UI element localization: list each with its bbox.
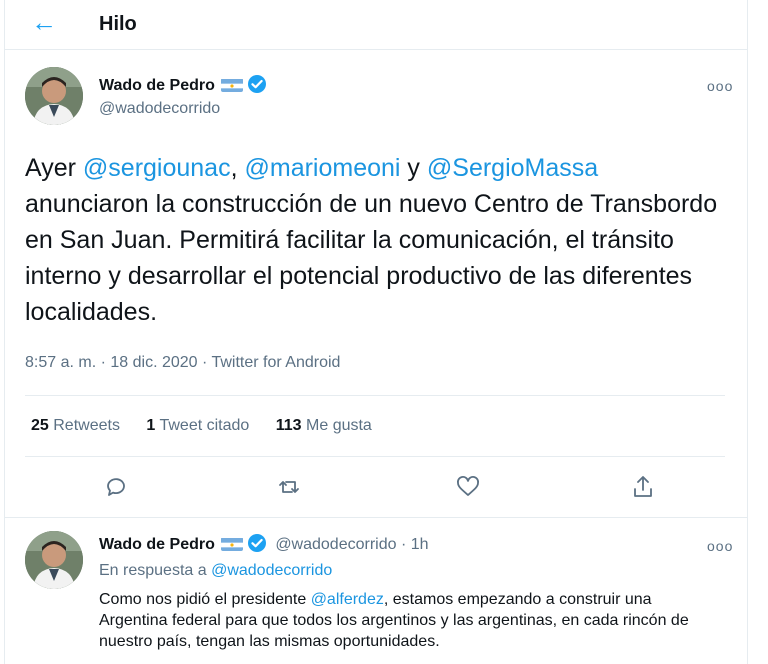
tweet-text-segment: , xyxy=(230,154,245,182)
avatar[interactable] xyxy=(25,67,83,125)
argentina-flag-icon xyxy=(220,78,243,92)
divider xyxy=(25,456,725,457)
verified-badge-icon xyxy=(247,533,267,553)
verified-badge-icon xyxy=(247,74,267,94)
tweet-text: Ayer @sergiounac, @mariomeoni y @SergioM… xyxy=(25,150,725,330)
tweet-text-segment: y xyxy=(400,154,427,182)
retweets-label: Retweets xyxy=(53,417,120,434)
thread-panel: ← Hilo Wado de Pedro @wadodecorrido ooo … xyxy=(4,0,748,664)
tweet-text-segment: Ayer xyxy=(25,154,83,182)
quotes-stat[interactable]: 1 Tweet citado xyxy=(146,415,249,437)
tweet-text-segment: Como nos pidió el presidente xyxy=(99,591,311,608)
tweet-timestamp[interactable]: 8:57 a. m. · 18 dic. 2020 · Twitter for … xyxy=(25,352,340,374)
more-options-icon[interactable]: ooo xyxy=(707,78,733,94)
retweet-icon[interactable] xyxy=(272,470,306,504)
divider xyxy=(5,517,747,518)
likes-label: Me gusta xyxy=(306,417,372,434)
share-icon[interactable] xyxy=(626,470,660,504)
argentina-flag-icon xyxy=(220,537,243,551)
quotes-label: Tweet citado xyxy=(159,417,250,434)
quotes-count: 1 xyxy=(146,417,156,434)
author-handle[interactable]: @wadodecorrido xyxy=(99,98,220,120)
mention-link[interactable]: @wadodecorrido xyxy=(211,562,332,579)
author-row: Wado de Pedro xyxy=(99,74,267,97)
page-title: Hilo xyxy=(99,13,137,35)
likes-count: 113 xyxy=(275,417,302,434)
in-reply-prefix: En respuesta a xyxy=(99,562,212,579)
more-options-icon[interactable]: ooo xyxy=(707,538,733,554)
mention-link[interactable]: @sergiounac xyxy=(83,154,231,182)
mention-link[interactable]: @mariomeoni xyxy=(245,154,401,182)
tweet-text-segment: anunciaron la construcción de un nuevo C… xyxy=(25,190,718,326)
in-reply-to: En respuesta a @wadodecorrido xyxy=(99,560,332,582)
retweets-stat[interactable]: 25 Retweets xyxy=(31,415,120,437)
back-arrow-icon[interactable]: ← xyxy=(31,8,57,36)
reply-author-row: Wado de Pedro @wadodecorrido · 1h xyxy=(99,533,429,556)
retweets-count: 25 xyxy=(31,417,49,434)
mention-link[interactable]: @SergioMassa xyxy=(427,154,598,182)
avatar[interactable] xyxy=(25,531,83,589)
author-name[interactable]: Wado de Pedro xyxy=(99,77,215,94)
tweet-stats: 25 Retweets 1 Tweet citado 113 Me gusta xyxy=(31,415,394,437)
reply-icon[interactable] xyxy=(99,470,133,504)
like-icon[interactable] xyxy=(451,470,485,504)
tweet-actions xyxy=(5,470,747,504)
thread-header: ← Hilo xyxy=(5,0,747,50)
divider xyxy=(25,395,725,396)
likes-stat[interactable]: 113 Me gusta xyxy=(276,415,372,437)
reply-tweet-text: Como nos pidió el presidente @alferdez, … xyxy=(99,589,719,652)
author-name[interactable]: Wado de Pedro xyxy=(99,536,215,553)
mention-link[interactable]: @alferdez xyxy=(311,591,384,608)
reply-handle-time[interactable]: @wadodecorrido · 1h xyxy=(275,536,428,553)
